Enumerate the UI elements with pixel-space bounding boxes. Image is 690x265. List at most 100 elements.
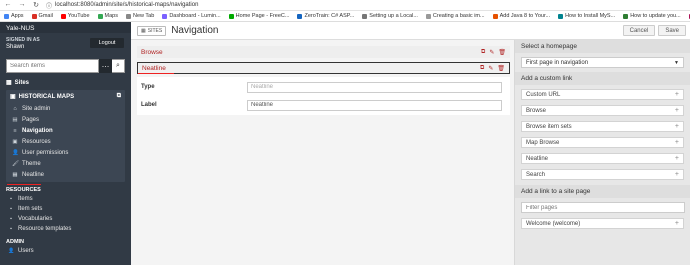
plus-icon[interactable]: + bbox=[675, 138, 679, 147]
user-bar: SIGNED IN AS Shawn Logout bbox=[0, 33, 131, 57]
delete-icon[interactable]: 🗑 bbox=[498, 49, 506, 56]
site-name[interactable]: HISTORICAL MAPS bbox=[19, 94, 74, 100]
sidebar-item-item-sets[interactable]: ▪ Item sets bbox=[0, 204, 131, 214]
bookmark-label: How to Install MyS... bbox=[565, 13, 616, 19]
homepage-select[interactable]: First page in navigation ▼ bbox=[521, 57, 684, 68]
sidebar-item-label: Site admin bbox=[22, 105, 51, 112]
custom-link-label: Custom URL bbox=[526, 92, 561, 98]
custom-link-neatline[interactable]: Neatline + bbox=[521, 153, 684, 164]
custom-link-label: Search bbox=[526, 172, 546, 178]
external-link-icon[interactable]: ⧉ bbox=[117, 93, 121, 100]
plus-icon[interactable]: + bbox=[675, 122, 679, 131]
plus-icon[interactable]: + bbox=[675, 90, 679, 99]
sidebar-item-navigation[interactable]: ≡ Navigation bbox=[6, 125, 125, 136]
link-edit-form: Type Label bbox=[137, 77, 510, 115]
label-field[interactable] bbox=[247, 99, 502, 111]
sidebar-item-pages[interactable]: ▤ Pages bbox=[6, 114, 125, 125]
bookmark-item[interactable]: New Tab bbox=[122, 13, 158, 19]
bookmark-favicon-icon bbox=[425, 13, 431, 19]
homepage-heading: Select a homepage bbox=[515, 40, 690, 53]
bookmark-item[interactable]: Setting up a Local... bbox=[358, 13, 422, 19]
save-button[interactable]: Save bbox=[658, 25, 686, 36]
sidebar-item-label: Resource templates bbox=[18, 226, 72, 232]
plus-icon[interactable]: + bbox=[675, 106, 679, 115]
bookmark-item[interactable]: How to update you... bbox=[619, 13, 684, 19]
edit-icon[interactable]: ✎ bbox=[489, 49, 494, 56]
custom-link-browse[interactable]: Browse + bbox=[521, 105, 684, 116]
site-icon: ▣ bbox=[10, 94, 16, 100]
sidebar-item-neatline[interactable]: ▦ Neatline bbox=[6, 169, 125, 180]
sidebar-item-label: Resources bbox=[22, 138, 51, 145]
sidebar-item-resources[interactable]: ▣ Resources bbox=[6, 136, 125, 147]
delete-icon[interactable]: 🗑 bbox=[497, 65, 505, 72]
plus-icon[interactable]: + bbox=[675, 170, 679, 179]
search-input[interactable] bbox=[6, 59, 99, 73]
nav-row-label[interactable]: Neatline bbox=[142, 65, 166, 72]
bookmark-item[interactable]: Add Java 8 to Your... bbox=[489, 13, 554, 19]
sites-label: Sites bbox=[14, 79, 30, 86]
back-icon[interactable]: ← bbox=[4, 1, 12, 9]
plus-icon[interactable]: + bbox=[675, 154, 679, 163]
bookmark-item[interactable]: ZeroTrain: C# ASP... bbox=[293, 13, 358, 19]
sidebar-item-label: Navigation bbox=[22, 127, 53, 134]
sidebar-item-theme[interactable]: 🖌 Theme bbox=[6, 158, 125, 169]
bookmark-item[interactable]: Gmail bbox=[28, 13, 57, 19]
search-options-button[interactable]: … bbox=[99, 59, 112, 73]
bookmark-favicon-icon bbox=[126, 13, 131, 19]
custom-link-browse-item-sets[interactable]: Browse item sets + bbox=[521, 121, 684, 132]
bookmark-item[interactable]: Dashboard - Lumin... bbox=[158, 13, 224, 19]
sidebar-item-label: Users bbox=[18, 248, 34, 254]
sidebar-item-vocabularies[interactable]: ▪ Vocabularies bbox=[0, 214, 131, 224]
custom-link-map-browse[interactable]: Map Browse + bbox=[521, 137, 684, 148]
bookmark-label: ZeroTrain: C# ASP... bbox=[304, 13, 355, 19]
bookmark-favicon-icon bbox=[297, 13, 303, 19]
bookmark-item[interactable]: YouTube bbox=[57, 13, 94, 19]
sites-icon: ▦ bbox=[6, 80, 12, 86]
type-field[interactable] bbox=[247, 81, 502, 93]
sidebar-item-label: Pages bbox=[22, 116, 40, 123]
reload-icon[interactable]: ↻ bbox=[32, 1, 40, 9]
label-row: Label bbox=[137, 97, 510, 113]
address-bar[interactable]: ⓘ localhost:8080/admin/site/s/historical… bbox=[46, 1, 198, 10]
resources-heading: RESOURCES bbox=[6, 187, 41, 193]
site-heading: ▣ HISTORICAL MAPS ⧉ bbox=[6, 90, 125, 103]
cancel-button[interactable]: Cancel bbox=[622, 25, 656, 36]
custom-link-search[interactable]: Search + bbox=[521, 169, 684, 180]
bookmark-favicon-icon bbox=[362, 13, 368, 19]
sidebar-item-resource-templates[interactable]: ▪ Resource templates bbox=[0, 224, 131, 234]
edit-icon[interactable]: ✎ bbox=[488, 65, 493, 72]
resources-icon: ▣ bbox=[12, 138, 18, 145]
sidebar-item-items[interactable]: ▪ Items bbox=[0, 194, 131, 204]
bookmark-item[interactable]: Apps bbox=[0, 13, 28, 19]
row-actions: ⧉ ✎ 🗑 bbox=[481, 49, 506, 56]
bookmark-item[interactable]: Home Page - FreeC... bbox=[225, 13, 294, 19]
bookmark-item[interactable]: How to Give All Per... bbox=[685, 13, 690, 19]
forward-icon[interactable]: → bbox=[18, 1, 26, 9]
plus-icon[interactable]: + bbox=[675, 219, 679, 228]
filter-pages-input[interactable] bbox=[521, 202, 685, 213]
navigation-editor: Browse ⧉ ✎ 🗑 Neatline ⧉ ✎ 🗑 Type Label bbox=[131, 40, 514, 265]
sidebar-item-user-permissions[interactable]: 👤 User permissions bbox=[6, 147, 125, 158]
search-icon[interactable]: ⌕ bbox=[112, 59, 125, 73]
sidebar-item-users[interactable]: 👤 Users bbox=[0, 246, 131, 256]
external-link-icon[interactable]: ⧉ bbox=[481, 49, 485, 56]
resource-icon: ▪ bbox=[10, 196, 12, 202]
header-actions: Cancel Save bbox=[622, 25, 690, 36]
browser-toolbar: ← → ↻ ⓘ localhost:8080/admin/site/s/hist… bbox=[0, 0, 690, 265]
bookmark-item[interactable]: How to Install MyS... bbox=[554, 13, 619, 19]
logout-button[interactable]: Logout bbox=[90, 38, 124, 48]
site-page-item[interactable]: Welcome (welcome) + bbox=[521, 218, 684, 229]
custom-link-custom-url[interactable]: Custom URL + bbox=[521, 89, 684, 100]
nav-row-neatline[interactable]: Neatline ⧉ ✎ 🗑 bbox=[137, 62, 510, 74]
external-link-icon[interactable]: ⧉ bbox=[480, 65, 484, 72]
bookmark-item[interactable]: Maps bbox=[94, 13, 122, 19]
sites-heading[interactable]: ▦ Sites bbox=[0, 75, 131, 88]
sites-button[interactable]: ▦ SITES bbox=[137, 25, 167, 36]
bookmark-item[interactable]: Creating a basic im... bbox=[422, 13, 489, 19]
nav-row-browse[interactable]: Browse ⧉ ✎ 🗑 bbox=[137, 46, 510, 58]
annotation-underline-sidebar bbox=[7, 184, 41, 185]
sidebar-item-site-admin[interactable]: ⌂ Site admin bbox=[6, 103, 125, 114]
type-row: Type bbox=[137, 79, 510, 95]
bookmark-favicon-icon bbox=[31, 13, 37, 19]
nav-row-label[interactable]: Browse bbox=[141, 49, 163, 56]
